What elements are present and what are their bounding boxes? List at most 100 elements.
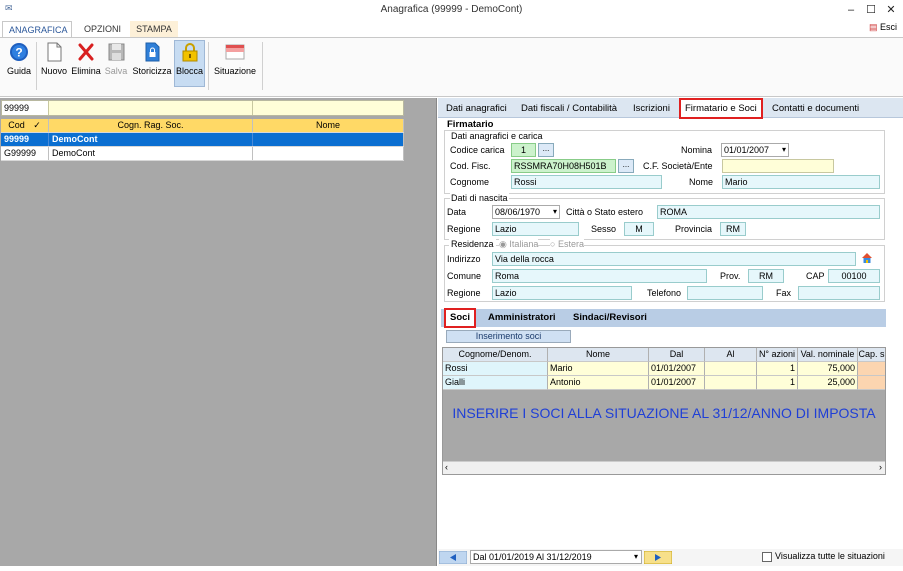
cell-dal: 01/01/2007: [649, 362, 705, 376]
tab-stampa[interactable]: STAMPA: [130, 21, 178, 37]
chevron-down-icon: ▾: [781, 145, 786, 154]
header-cod[interactable]: Cod ✓: [1, 119, 49, 132]
guida-button[interactable]: ? Guida: [4, 41, 34, 85]
new-document-icon: [47, 42, 62, 62]
exit-icon: ▤: [868, 22, 878, 32]
header-nome[interactable]: Nome: [253, 119, 404, 132]
tab-contatti-documenti[interactable]: Contatti e documenti: [772, 101, 859, 117]
tab-soci[interactable]: Soci: [444, 308, 477, 328]
tab-dati-fiscali[interactable]: Dati fiscali / Contabilità: [521, 101, 617, 117]
nuovo-label: Nuovo: [40, 66, 67, 76]
telefono-field[interactable]: [687, 286, 763, 300]
cell-rag-soc: DemoCont: [49, 147, 253, 160]
radio-icon: ◉: [499, 239, 507, 249]
filter-divider: [252, 101, 253, 115]
situazione-label: Situazione: [213, 66, 257, 76]
salva-button[interactable]: Salva: [103, 41, 129, 85]
telefono-label: Telefono: [647, 288, 682, 298]
ribbon-separator: [36, 42, 37, 90]
elimina-button[interactable]: Elimina: [70, 41, 102, 85]
scroll-left-icon[interactable]: ‹: [445, 462, 448, 472]
soci-header-azioni[interactable]: N° azioni: [757, 348, 798, 362]
search-filter-row[interactable]: [1, 100, 404, 116]
tab-amministratori[interactable]: Amministratori: [488, 311, 556, 325]
cognome-label: Cognome: [450, 177, 490, 187]
codice-carica-lookup-button[interactable]: ...: [538, 143, 554, 157]
storicizza-label: Storicizza: [132, 66, 172, 76]
radio-italiana[interactable]: ◉ Italiana: [499, 239, 539, 250]
prov-field[interactable]: RM: [748, 269, 784, 283]
storicizza-button[interactable]: Storicizza: [130, 41, 174, 85]
table-row[interactable]: 99999 DemoCont: [1, 133, 404, 147]
cell-rag-soc: DemoCont: [49, 133, 253, 146]
citta-label: Città o Stato estero: [566, 207, 644, 217]
radio-estera[interactable]: ○ Estera: [550, 239, 584, 249]
inserimento-soci-button[interactable]: Inserimento soci: [446, 330, 571, 343]
group-title: Dati di nascita: [450, 193, 509, 203]
tab-firmatario-soci[interactable]: Firmatario e Soci: [679, 98, 763, 119]
situazione-button[interactable]: Situazione: [210, 41, 260, 85]
cod-fisc-calc-button[interactable]: ...: [618, 159, 634, 173]
visualizza-tutte-checkbox[interactable]: [762, 552, 772, 562]
chevron-down-icon: ▾: [633, 552, 638, 561]
citta-field[interactable]: ROMA: [657, 205, 880, 219]
cap-field[interactable]: 00100: [828, 269, 880, 283]
esci-button[interactable]: ▤ Esci: [869, 22, 897, 33]
codice-carica-field[interactable]: 1: [511, 143, 536, 157]
table-row[interactable]: Gialli Antonio 01/01/2007 1 25,000: [443, 376, 885, 390]
table-row[interactable]: Rossi Mario 01/01/2007 1 75,000: [443, 362, 885, 376]
archive-lock-icon: [145, 42, 160, 62]
soci-header-nome[interactable]: Nome: [548, 348, 649, 362]
blocca-button[interactable]: Blocca: [174, 41, 205, 85]
minimize-button[interactable]: –: [842, 2, 860, 18]
sesso-label: Sesso: [591, 224, 617, 234]
fax-field[interactable]: [798, 286, 880, 300]
companies-grid: Cod ✓ Cogn. Rag. Soc. Nome 99999 DemoCon…: [1, 119, 404, 161]
tab-sindaci-revisori[interactable]: Sindaci/Revisori: [573, 311, 647, 325]
indirizzo-field[interactable]: Via della rocca: [492, 252, 856, 266]
regione-nascita-label: Regione: [447, 224, 481, 234]
nuovo-button[interactable]: Nuovo: [38, 41, 70, 85]
close-button[interactable]: ✕: [882, 2, 900, 18]
maximize-button[interactable]: ☐: [862, 2, 880, 18]
horizontal-scrollbar[interactable]: ‹ ›: [443, 461, 885, 474]
table-row[interactable]: G99999 DemoCont: [1, 147, 404, 161]
tab-opzioni[interactable]: OPZIONI: [78, 21, 126, 37]
cell-cap: [858, 362, 885, 376]
situation-icon: [225, 44, 245, 60]
cognome-field[interactable]: Rossi: [511, 175, 662, 189]
header-rag-soc[interactable]: Cogn. Rag. Soc.: [49, 119, 253, 132]
ribbon-separator: [208, 42, 209, 90]
map-icon[interactable]: [861, 252, 873, 264]
data-nascita-picker[interactable]: 08/06/1970 ▾: [492, 205, 560, 219]
next-period-button[interactable]: [644, 551, 672, 564]
tab-dati-anagrafici[interactable]: Dati anagrafici: [446, 101, 507, 117]
soci-header-cap[interactable]: Cap. s: [858, 348, 885, 362]
cf-societa-field[interactable]: [722, 159, 834, 173]
nome-field[interactable]: Mario: [722, 175, 880, 189]
provincia-field[interactable]: RM: [720, 222, 746, 236]
soci-header-cognome[interactable]: Cognome/Denom.: [443, 348, 548, 362]
tab-anagrafica[interactable]: ANAGRAFICA: [2, 21, 72, 37]
soci-header-dal[interactable]: Dal: [649, 348, 705, 362]
cell-cod: G99999: [1, 147, 49, 160]
search-code-input[interactable]: 99999: [2, 101, 48, 115]
scroll-right-icon[interactable]: ›: [879, 462, 882, 472]
nomina-date-picker[interactable]: 01/01/2007 ▾: [721, 143, 789, 157]
cell-cognome: Rossi: [443, 362, 548, 376]
visualizza-tutte-label: Visualizza tutte le situazioni: [775, 551, 885, 561]
period-select[interactable]: Dal 01/01/2019 Al 31/12/2019 ▾: [470, 550, 642, 564]
previous-period-button[interactable]: [439, 551, 467, 564]
tab-iscrizioni[interactable]: Iscrizioni: [633, 101, 670, 117]
regione-res-field[interactable]: Lazio: [492, 286, 632, 300]
cell-al: [705, 362, 757, 376]
regione-nascita-field[interactable]: Lazio: [492, 222, 579, 236]
cod-fisc-field[interactable]: RSSMRA70H08H501B: [511, 159, 616, 173]
soci-header-val-nominale[interactable]: Val. nominale: [798, 348, 858, 362]
sesso-field[interactable]: M: [624, 222, 654, 236]
cell-cognome: Gialli: [443, 376, 548, 390]
comune-field[interactable]: Roma: [492, 269, 707, 283]
left-panel: [0, 98, 437, 566]
soci-header-al[interactable]: Al: [705, 348, 757, 362]
residenza-label: Residenza: [449, 239, 496, 249]
